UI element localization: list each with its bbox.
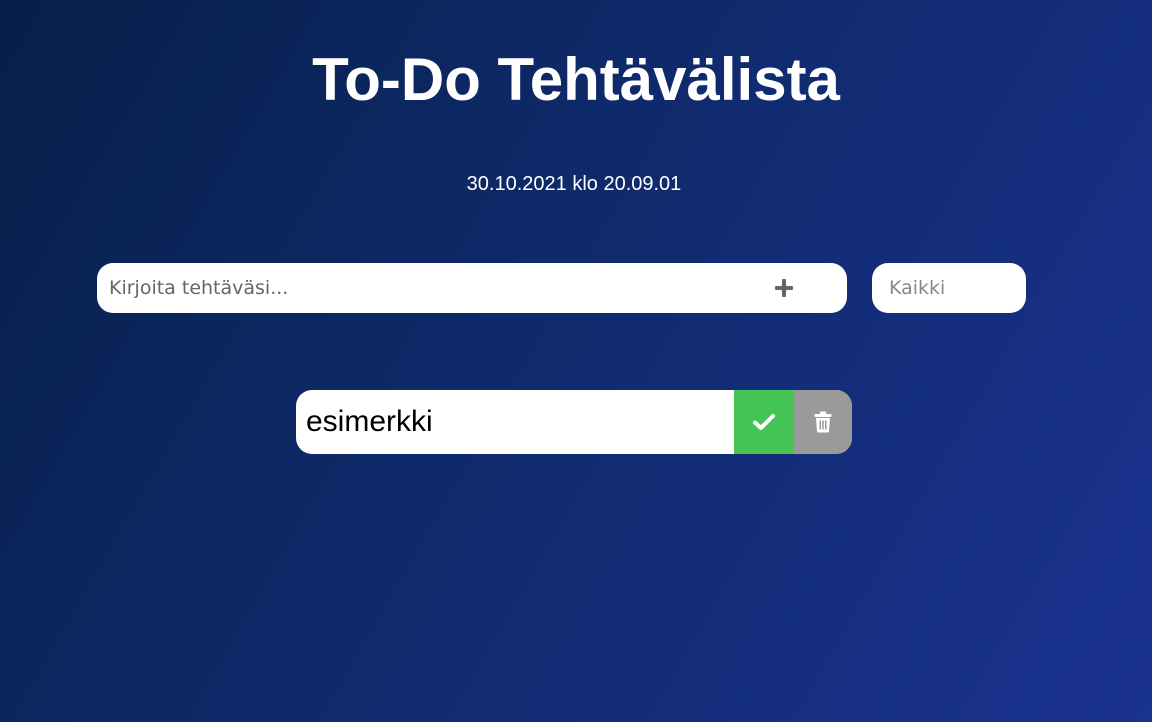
page-title: To-Do Tehtävälista xyxy=(312,46,840,113)
current-datetime: 30.10.2021 klo 20.09.01 xyxy=(466,173,682,195)
todo-text: esimerkki xyxy=(306,405,433,438)
add-todo-button[interactable] xyxy=(769,263,799,313)
todo-input[interactable] xyxy=(109,268,749,308)
trash-icon xyxy=(814,411,832,433)
plus-icon xyxy=(775,279,793,297)
filter-select[interactable]: Kaikki xyxy=(872,263,1026,313)
filter-selected-value: Kaikki xyxy=(889,277,946,299)
todo-form xyxy=(97,263,847,313)
check-icon xyxy=(753,414,775,430)
complete-button[interactable] xyxy=(734,390,794,454)
delete-button[interactable] xyxy=(794,390,852,454)
todo-item: esimerkki xyxy=(296,390,852,454)
